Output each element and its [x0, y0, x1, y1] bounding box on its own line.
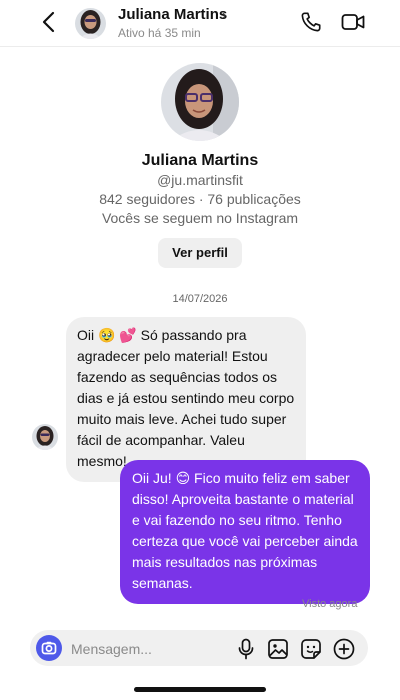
header-divider — [0, 46, 400, 47]
profile-handle: @ju.martinsfit — [157, 172, 243, 188]
conversation-date: 14/07/2026 — [172, 293, 228, 305]
microphone-icon[interactable] — [237, 638, 255, 660]
seen-status: Visto agora — [302, 598, 358, 610]
back-arrow-icon[interactable] — [38, 10, 60, 34]
header-avatar[interactable] — [75, 8, 106, 39]
view-profile-button[interactable]: Ver perfil — [158, 238, 242, 268]
mutual-follow-status: Vocês se seguem no Instagram — [101, 210, 299, 226]
profile-stats: 842 seguidores · 76 publicações — [99, 191, 301, 207]
video-camera-icon[interactable] — [341, 12, 365, 32]
outgoing-message-bubble[interactable]: Oii Ju! 😊 Fico muito feliz em saber diss… — [120, 460, 370, 604]
phone-icon[interactable] — [300, 11, 322, 33]
incoming-message-bubble[interactable]: Oii 🥹 💕 Só passando pra agradecer pelo m… — [66, 317, 306, 482]
message-input[interactable] — [71, 638, 221, 660]
image-icon[interactable] — [267, 638, 289, 660]
chevron-right-icon[interactable]: › — [222, 7, 226, 22]
sticker-icon[interactable] — [300, 638, 322, 660]
home-indicator — [134, 687, 266, 692]
activity-status: Ativo há 35 min — [118, 26, 201, 40]
camera-icon[interactable] — [36, 635, 62, 661]
profile-name: Juliana Martins — [141, 152, 259, 169]
profile-avatar[interactable] — [161, 63, 239, 141]
header-contact-name[interactable]: Juliana Martins — [118, 6, 227, 23]
plus-circle-icon[interactable] — [332, 637, 356, 661]
sender-avatar[interactable] — [32, 424, 58, 450]
